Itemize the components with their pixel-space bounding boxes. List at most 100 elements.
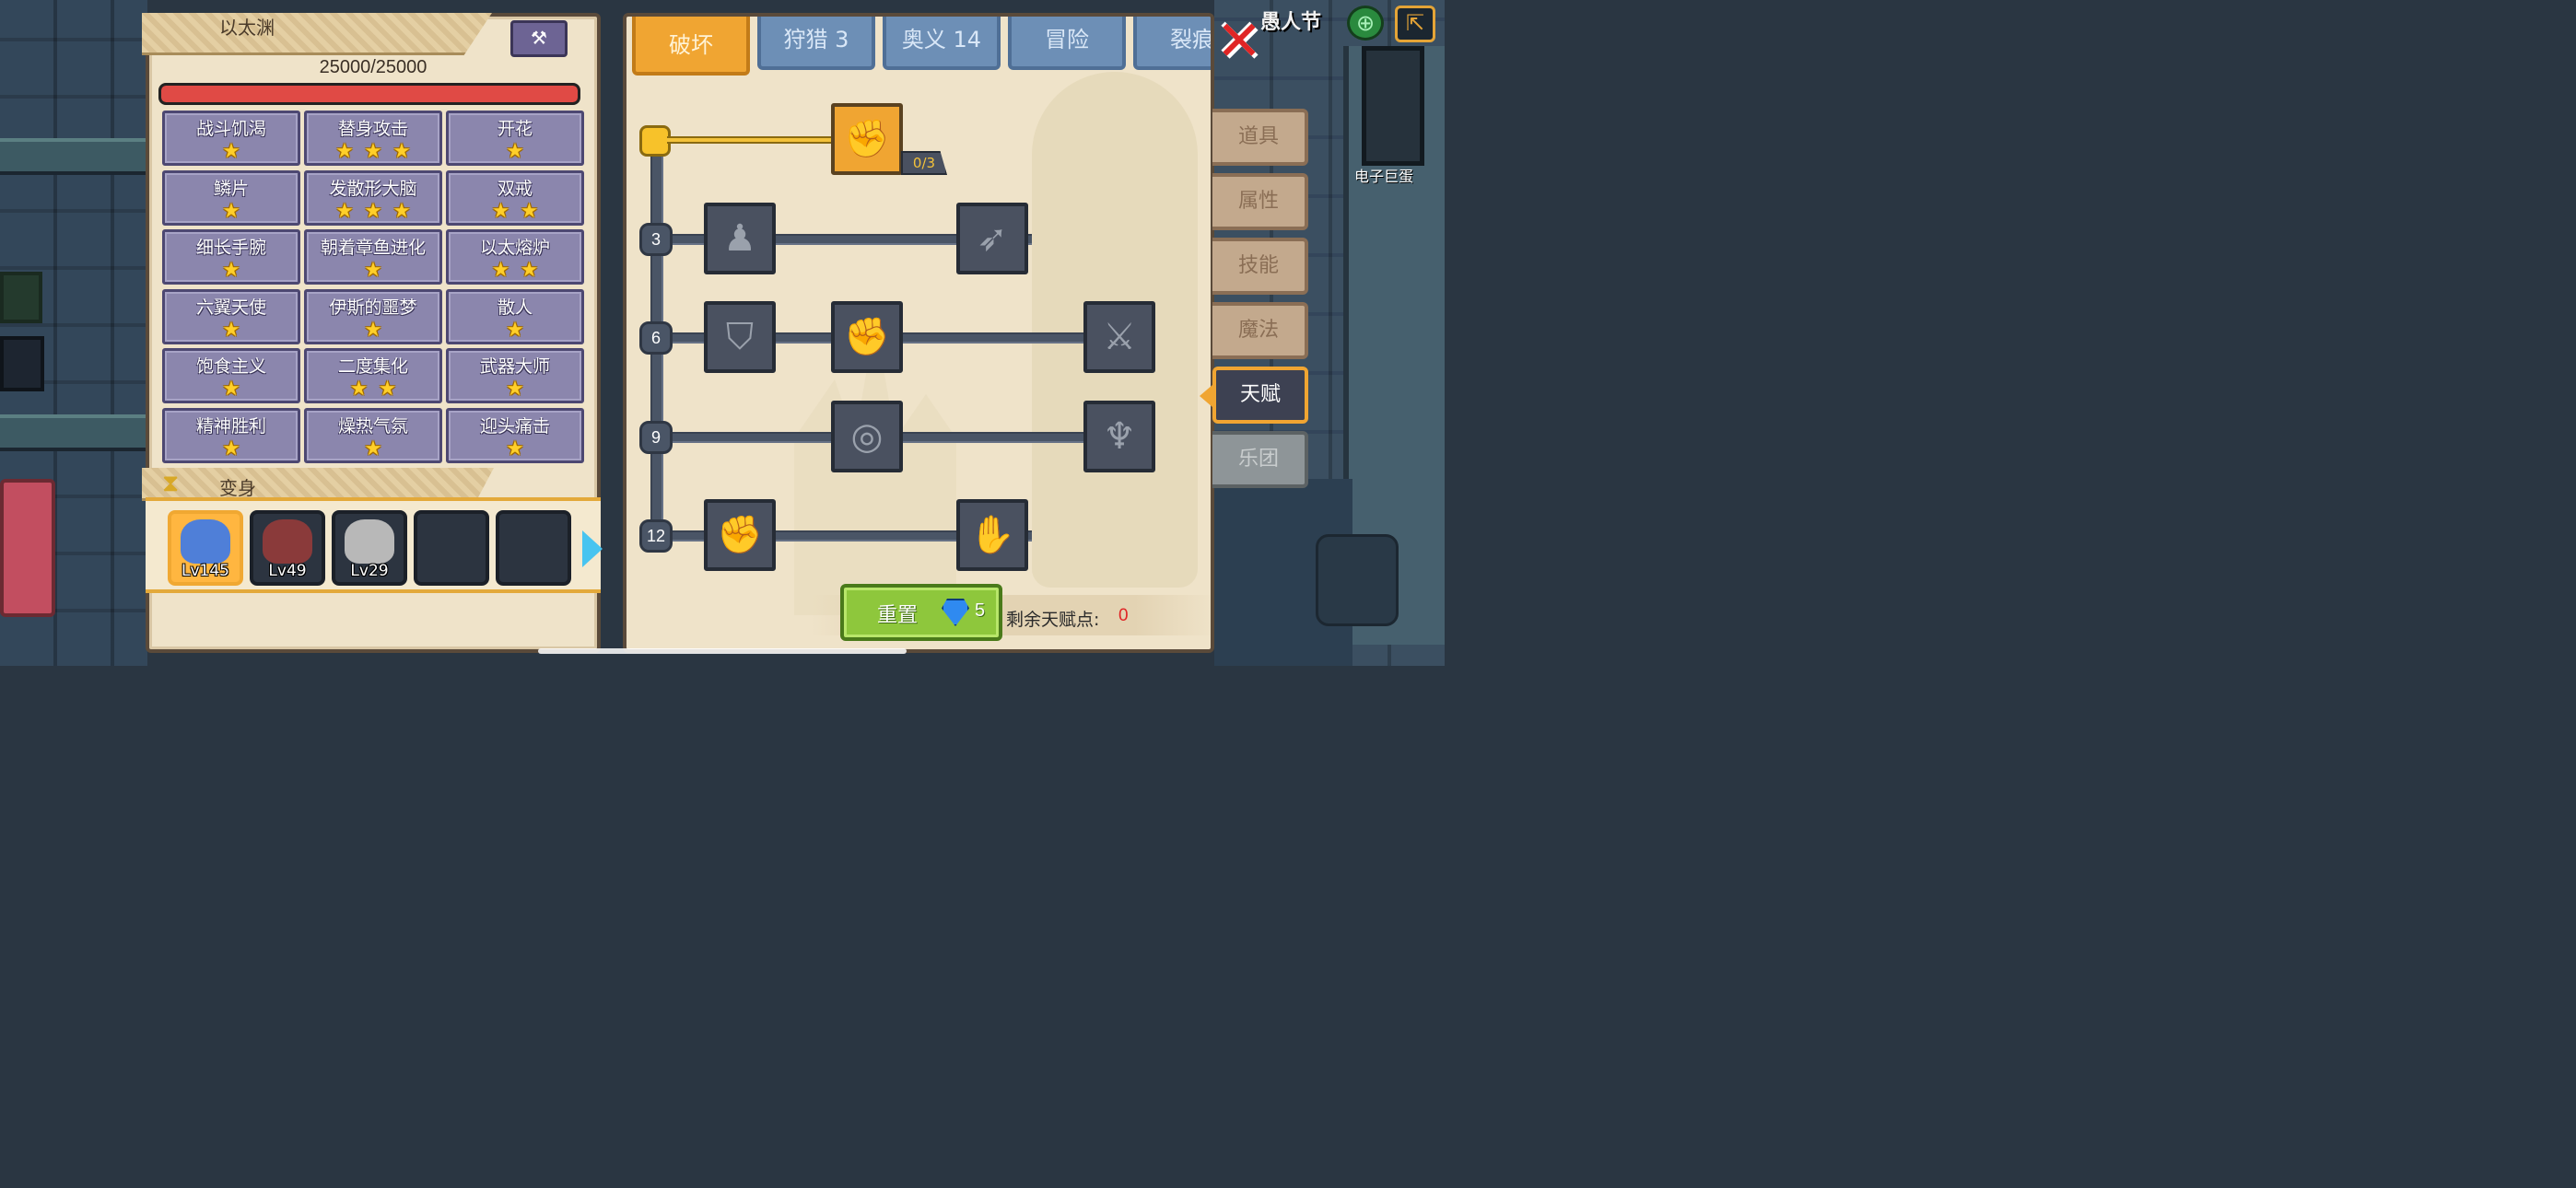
talent-card[interactable]: 以太熔炉 ★ ★ bbox=[446, 229, 584, 285]
side-menu-item[interactable]: 魔法 bbox=[1212, 302, 1308, 359]
bow-weapon-icon[interactable] bbox=[1316, 534, 1399, 626]
arm-wrestle-icon: ✊ bbox=[844, 118, 890, 160]
talent-card[interactable]: 精神胜利 ★ bbox=[162, 407, 300, 463]
talent-card[interactable]: 朝着章鱼进化 ★ bbox=[304, 229, 442, 285]
skin-level: Lv49 bbox=[268, 562, 307, 580]
muscle-man-icon: ♟ bbox=[723, 217, 756, 260]
talent-card[interactable]: 二度集化 ★ ★ bbox=[304, 348, 442, 403]
grip-icon: ✋ bbox=[969, 514, 1015, 556]
skin-level: Lv145 bbox=[181, 562, 229, 580]
diamond-icon bbox=[942, 599, 969, 626]
talent-stars: ★ bbox=[362, 319, 384, 342]
exit-icon[interactable]: ⇱ bbox=[1395, 6, 1435, 42]
background-chest bbox=[0, 479, 55, 617]
tab-3[interactable]: 冒险 bbox=[1008, 17, 1126, 70]
ripple-icon: ◎ bbox=[850, 415, 884, 458]
talent-stars: ★ bbox=[504, 437, 526, 460]
side-menu-item[interactable]: 道具 bbox=[1212, 109, 1308, 166]
talent-card[interactable]: 双戒 ★ ★ bbox=[446, 169, 584, 226]
talent-node-shield-break[interactable]: ⛉ bbox=[704, 301, 776, 373]
tab-4[interactable]: 裂痕 bbox=[1133, 17, 1211, 70]
star-icon: ★ bbox=[506, 437, 524, 460]
character-name-ribbon: 以太渊 bbox=[142, 13, 492, 55]
talent-card[interactable]: 开花 ★ bbox=[446, 111, 584, 166]
talent-card[interactable]: 战斗饥渴 ★ bbox=[162, 111, 300, 166]
skin-level: Lv29 bbox=[350, 562, 389, 580]
talent-stars: ★ ★ ★ bbox=[334, 141, 413, 163]
talent-stars: ★ bbox=[220, 379, 242, 401]
talent-node-arm-wrestle[interactable]: ✊ bbox=[831, 103, 903, 175]
skin-slot[interactable]: Lv145 bbox=[168, 510, 243, 586]
talent-card[interactable]: 燥热气氛 ★ bbox=[304, 407, 442, 463]
transform-ribbon: ⧗ 变身 bbox=[142, 468, 494, 501]
star-icon: ★ bbox=[506, 318, 524, 342]
talent-card[interactable]: 替身攻击 ★ ★ ★ bbox=[304, 111, 442, 166]
talent-card[interactable]: 伊斯的噩梦 ★ bbox=[304, 288, 442, 344]
talent-node-muscle[interactable]: ♟ bbox=[704, 203, 776, 274]
fist-icon: ✊ bbox=[717, 514, 763, 556]
star-icon: ★ bbox=[222, 318, 240, 342]
talent-card[interactable]: 迎头痛击 ★ bbox=[446, 407, 584, 463]
talent-node-bat[interactable]: ♆ bbox=[1083, 401, 1155, 472]
star-icon: ★ bbox=[491, 259, 510, 282]
talent-node-slash[interactable]: ⚔ bbox=[1083, 301, 1155, 373]
character-name: 以太渊 bbox=[219, 17, 275, 39]
empty-skin-slot[interactable] bbox=[496, 510, 571, 586]
star-icon: ★ bbox=[222, 378, 240, 401]
talent-node-punch[interactable]: ✊ bbox=[831, 301, 903, 373]
tree-start-node bbox=[639, 125, 671, 157]
star-icon: ★ bbox=[506, 140, 524, 163]
talent-stars: ★ bbox=[220, 200, 242, 223]
minimap[interactable] bbox=[1362, 46, 1424, 166]
tree-active-branch bbox=[667, 136, 837, 144]
hp-bar-fill bbox=[161, 86, 578, 102]
star-icon: ★ bbox=[392, 140, 411, 163]
tool-icon[interactable]: ⚒ bbox=[510, 20, 568, 57]
talent-card[interactable]: 武器大师 ★ bbox=[446, 348, 584, 403]
talent-stars: ★ bbox=[220, 318, 242, 342]
arrow-right-icon[interactable] bbox=[582, 530, 603, 567]
talent-card[interactable]: 饱食主义 ★ bbox=[162, 348, 300, 403]
tier-badge: 12 bbox=[639, 519, 673, 553]
side-menu-item[interactable]: 技能 bbox=[1212, 238, 1308, 295]
talent-card[interactable]: 六翼天使 ★ bbox=[162, 288, 300, 344]
home-indicator[interactable] bbox=[538, 648, 907, 654]
talent-node-grip[interactable]: ✋ bbox=[956, 499, 1028, 571]
talent-stars: ★ ★ bbox=[490, 260, 541, 282]
tab-2[interactable]: 奥义 14 bbox=[883, 17, 1001, 70]
talent-stars: ★ bbox=[220, 141, 242, 163]
talent-node-ripple[interactable]: ◎ bbox=[831, 401, 903, 472]
talent-card[interactable]: 细长手腕 ★ bbox=[162, 229, 300, 285]
talent-card[interactable]: 鳞片 ★ bbox=[162, 169, 300, 226]
tab-1[interactable]: 狩猎 3 bbox=[757, 17, 875, 70]
tier-badge: 9 bbox=[639, 421, 673, 454]
globe-icon[interactable]: ⊕ bbox=[1347, 6, 1384, 41]
hp-bar bbox=[158, 83, 580, 105]
talent-name: 发散形大脑 bbox=[329, 178, 417, 199]
bat-icon: ♆ bbox=[1103, 415, 1136, 458]
talent-node-count: 0/3 bbox=[901, 151, 947, 175]
tab-0[interactable]: 破坏 bbox=[632, 17, 750, 76]
side-menu-item[interactable]: 乐团 bbox=[1212, 431, 1308, 488]
star-icon: ★ bbox=[392, 199, 411, 223]
talent-name: 朝着章鱼进化 bbox=[320, 238, 426, 258]
side-menu-item[interactable]: 天赋 bbox=[1200, 367, 1308, 424]
talent-card[interactable]: 散人 ★ bbox=[446, 288, 584, 344]
skin-slot[interactable]: Lv29 bbox=[332, 510, 407, 586]
avatar bbox=[345, 519, 394, 564]
talent-node-arrow[interactable]: ➶ bbox=[956, 203, 1028, 274]
empty-skin-slot[interactable] bbox=[414, 510, 489, 586]
talent-stars: ★ bbox=[504, 141, 526, 163]
talent-card[interactable]: 发散形大脑 ★ ★ ★ bbox=[304, 169, 442, 226]
talent-name: 鳞片 bbox=[213, 178, 249, 199]
side-menu: 道具属性技能魔法天赋乐团 bbox=[1200, 109, 1314, 495]
close-icon[interactable]: ✕ bbox=[1214, 14, 1264, 69]
star-icon: ★ bbox=[491, 199, 510, 223]
reset-button[interactable]: 重置 5 bbox=[840, 584, 1002, 641]
side-menu-item[interactable]: 属性 bbox=[1212, 173, 1308, 230]
punch-icon: ✊ bbox=[844, 316, 890, 358]
skin-slot[interactable]: Lv49 bbox=[250, 510, 325, 586]
arrow-icon: ➶ bbox=[977, 217, 1008, 260]
talent-node-fist[interactable]: ✊ bbox=[704, 499, 776, 571]
talent-name: 武器大师 bbox=[479, 356, 550, 377]
